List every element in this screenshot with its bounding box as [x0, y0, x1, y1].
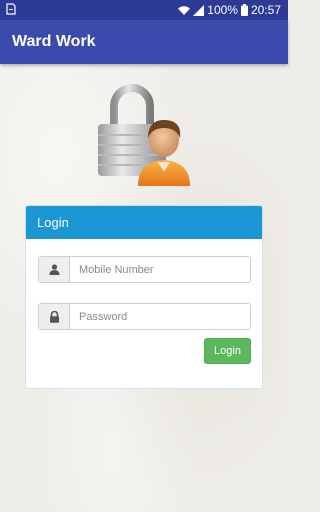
password-group	[38, 303, 251, 330]
status-time: 20:57	[250, 3, 281, 17]
mobile-number-group	[38, 256, 251, 283]
login-card-header: Login	[26, 206, 262, 239]
battery-percent: 100%	[207, 3, 238, 17]
lock-user-icon	[96, 82, 192, 186]
mobile-number-input[interactable]	[71, 257, 249, 282]
login-card-title: Login	[37, 215, 69, 230]
wifi-icon	[178, 5, 191, 16]
app-bar: Ward Work	[0, 20, 288, 64]
password-input[interactable]	[71, 304, 249, 329]
status-bar: 100% 20:57	[0, 0, 288, 20]
login-card: Login Login	[25, 205, 263, 389]
app-title: Ward Work	[12, 33, 96, 50]
signal-icon	[193, 4, 205, 16]
login-button[interactable]: Login	[204, 338, 251, 364]
user-icon	[39, 257, 70, 282]
notification-icon	[6, 3, 16, 15]
battery-icon	[240, 4, 248, 16]
lock-icon	[39, 304, 70, 329]
